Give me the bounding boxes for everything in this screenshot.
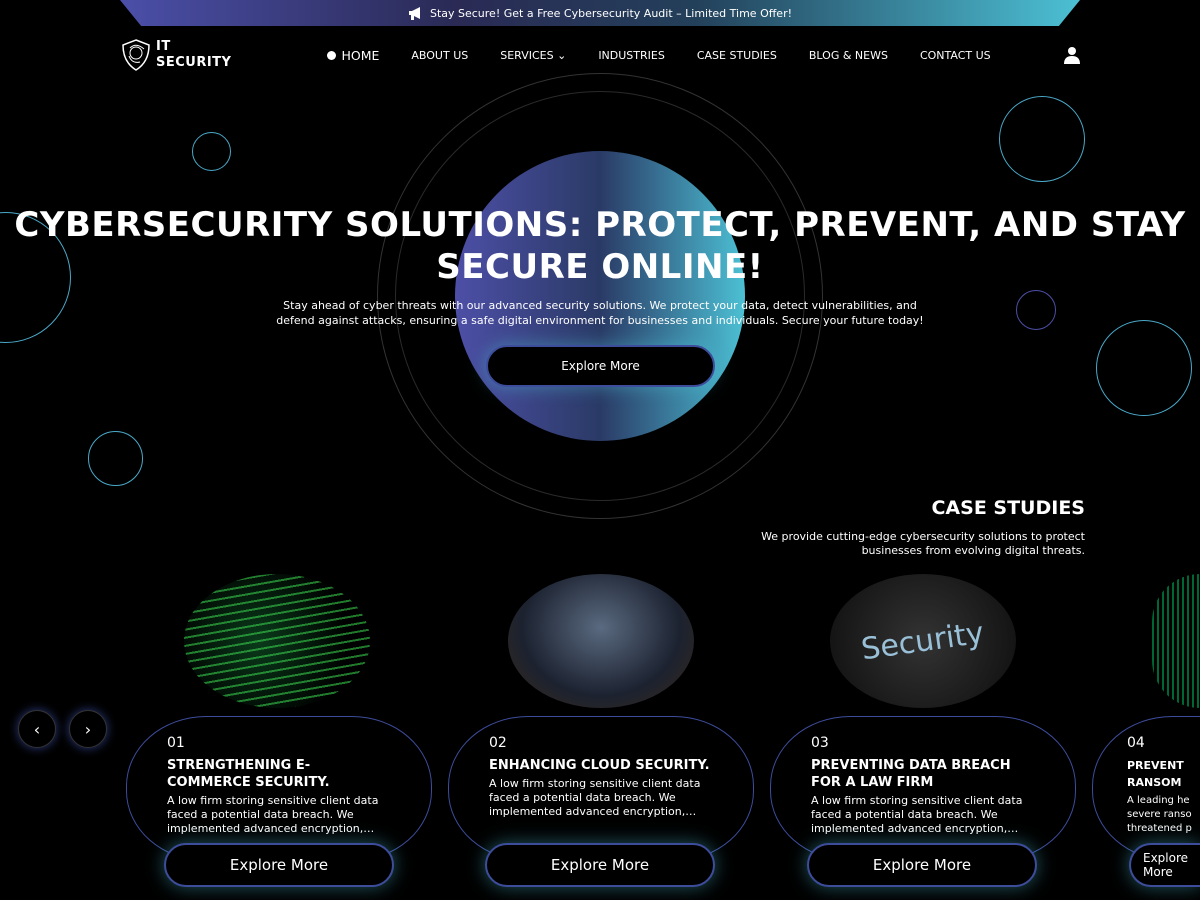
prev-arrow-button[interactable]: ‹ (18, 710, 56, 748)
card-title: STRENGTHENING E-COMMERCE SECURITY. (167, 758, 330, 790)
card-desc: A leading he severe ranso threatened p (1127, 795, 1192, 834)
next-arrow-button[interactable]: › (69, 710, 107, 748)
security-image-text: Security (859, 615, 987, 667)
hero-title: CYBERSECURITY SOLUTIONS: PROTECT, PREVEN… (14, 205, 1186, 287)
card-desc: A low firm storing sensitive client data… (811, 794, 1023, 835)
card-desc: A low firm storing sensitive client data… (167, 794, 379, 835)
case-card[interactable]: 04 PREVENT RANSOM A leading he severe rans… (1092, 716, 1200, 861)
nav-services-label: SERVICES (500, 48, 554, 62)
user-icon[interactable] (1064, 46, 1080, 64)
card-explore-button[interactable]: Explore More (485, 843, 715, 887)
hero-globe (455, 151, 745, 441)
card-title: PREVENTING DATA BREACH FOR A LAW FIRM (811, 758, 1011, 790)
case-studies-title: CASE STUDIES (931, 497, 1085, 519)
card-explore-button[interactable]: Explore More (164, 843, 394, 887)
card-title: ENHANCING CLOUD SECURITY. (489, 758, 710, 773)
case-image-security: Security (830, 574, 1016, 708)
case-card[interactable]: 01 STRENGTHENING E-COMMERCE SECURITY. A lo… (126, 716, 432, 861)
nav-contact[interactable]: CONTACT US (920, 49, 991, 62)
promo-banner[interactable]: Stay Secure! Get a Free Cybersecurity Au… (120, 0, 1080, 26)
card-title: PREVENT RANSOM (1127, 759, 1184, 789)
hero-subtitle: Stay ahead of cyber threats with our adv… (276, 299, 924, 327)
case-image-matrix (1152, 574, 1200, 708)
deco-circle (88, 431, 143, 486)
promo-text: Stay Secure! Get a Free Cybersecurity Au… (429, 6, 793, 20)
chevron-right-icon: › (84, 719, 92, 739)
case-studies-subtitle: We provide cutting-edge cybersecurity so… (761, 530, 1085, 557)
case-card[interactable]: 03 PREVENTING DATA BREACH FOR A LAW FIRM A… (770, 716, 1076, 861)
case-image-network (508, 574, 694, 708)
logo-line1: IT (156, 39, 171, 54)
deco-circle (1096, 320, 1192, 416)
hero-explore-button[interactable]: Explore More (486, 345, 715, 387)
shield-logo-icon (122, 39, 150, 71)
card-desc: A low firm storing sensitive client data… (489, 777, 701, 818)
case-image-terminal (184, 574, 370, 708)
logo-line2: SECURITY (156, 55, 232, 70)
nav-about[interactable]: ABOUT US (411, 49, 468, 62)
case-card[interactable]: 02 ENHANCING CLOUD SECURITY. A low firm st… (448, 716, 754, 861)
chevron-down-icon: ⌄ (557, 48, 567, 62)
megaphone-icon (408, 7, 420, 20)
nav-services[interactable]: SERVICES ⌄ (500, 49, 566, 62)
chevron-left-icon: ‹ (33, 719, 41, 739)
card-explore-button[interactable]: Explore More (807, 843, 1037, 887)
nav-case-studies[interactable]: CASE STUDIES (697, 49, 777, 62)
card-number: 02 (489, 735, 507, 751)
card-explore-button[interactable]: Explore More (1129, 843, 1200, 887)
deco-circle (1016, 290, 1056, 330)
deco-circle (192, 132, 231, 171)
logo[interactable]: IT SECURITY (120, 38, 231, 72)
nav-home[interactable]: HOME (327, 48, 379, 63)
main-nav: IT SECURITY HOME ABOUT US SERVICES ⌄ INDU… (120, 38, 1080, 72)
card-number: 04 (1127, 735, 1145, 751)
nav-industries[interactable]: INDUSTRIES (598, 49, 665, 62)
nav-blog[interactable]: BLOG & NEWS (809, 49, 888, 62)
card-number: 01 (167, 735, 185, 751)
deco-circle (999, 96, 1085, 182)
card-number: 03 (811, 735, 829, 751)
